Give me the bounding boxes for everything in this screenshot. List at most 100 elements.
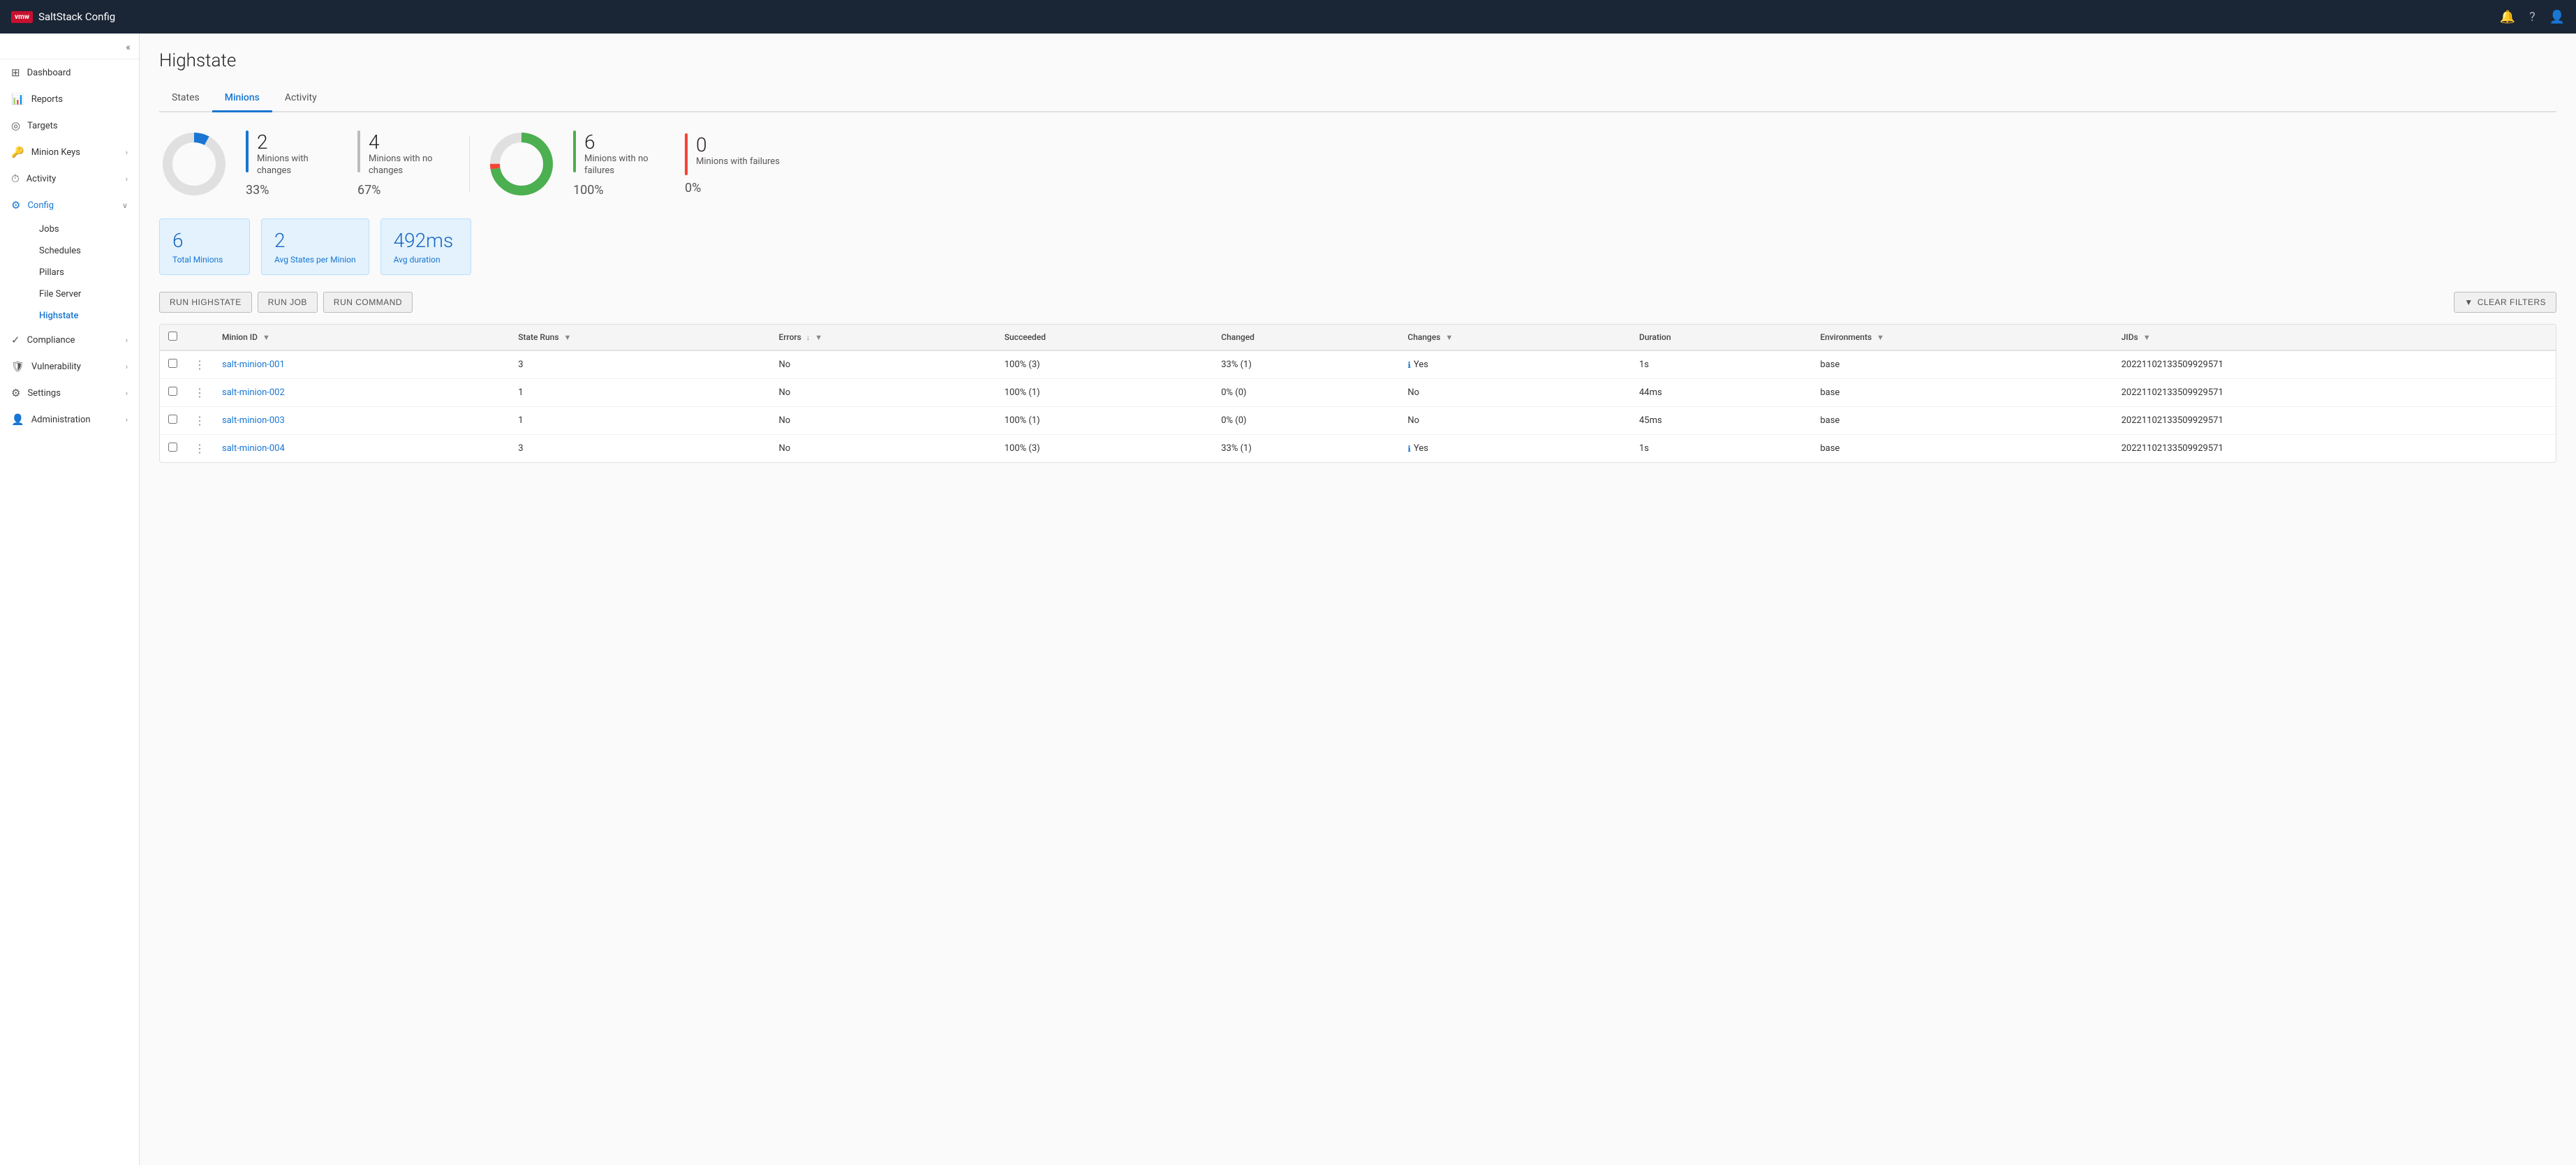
tab-activity[interactable]: Activity bbox=[272, 85, 330, 112]
select-all-checkbox[interactable] bbox=[168, 332, 177, 341]
row-errors: No bbox=[770, 435, 995, 463]
row-menu-cell[interactable]: ⋮ bbox=[186, 350, 214, 379]
run-command-button[interactable]: RUN COMMAND bbox=[323, 292, 413, 313]
row-checkbox-cell[interactable] bbox=[160, 435, 186, 463]
jids-filter-icon[interactable]: ▼ bbox=[2143, 333, 2151, 342]
sidebar-item-dashboard[interactable]: ⊞ Dashboard bbox=[0, 59, 139, 86]
config-icon: ⚙ bbox=[11, 199, 20, 212]
row-checkbox-cell[interactable] bbox=[160, 379, 186, 407]
sidebar-item-label: Config bbox=[27, 200, 54, 211]
filter-icon: ▼ bbox=[2464, 297, 2473, 307]
row-duration: 1s bbox=[1631, 435, 1812, 463]
row-minion-id[interactable]: salt-minion-002 bbox=[214, 379, 510, 407]
sidebar-item-label: Vulnerability bbox=[31, 362, 81, 372]
sidebar-item-jobs[interactable]: Jobs bbox=[28, 218, 139, 240]
jobs-label: Jobs bbox=[39, 224, 59, 235]
row-checkbox[interactable] bbox=[168, 415, 177, 424]
pillars-label: Pillars bbox=[39, 267, 64, 278]
app-title: SaltStack Config bbox=[38, 10, 115, 23]
row-menu-icon[interactable]: ⋮ bbox=[194, 386, 205, 399]
user-icon[interactable]: 👤 bbox=[2549, 10, 2565, 24]
minion-id-filter-icon[interactable]: ▼ bbox=[262, 333, 270, 342]
sidebar-item-file-server[interactable]: File Server bbox=[28, 283, 139, 305]
info-icon[interactable]: ℹ bbox=[1407, 444, 1411, 454]
minion-id-link[interactable]: salt-minion-004 bbox=[222, 443, 285, 454]
sidebar-item-highstate[interactable]: Highstate bbox=[28, 305, 139, 327]
row-menu-cell[interactable]: ⋮ bbox=[186, 435, 214, 463]
sidebar-item-activity[interactable]: ⏱ Activity › bbox=[0, 165, 139, 192]
action-buttons-group: RUN HIGHSTATE RUN JOB RUN COMMAND bbox=[159, 292, 413, 313]
row-menu-cell[interactable]: ⋮ bbox=[186, 379, 214, 407]
sidebar-item-compliance[interactable]: ✓ Compliance › bbox=[0, 327, 139, 353]
avg-states-value: 2 bbox=[274, 229, 356, 252]
sidebar-item-label: Dashboard bbox=[27, 68, 71, 78]
sidebar-item-label: Compliance bbox=[27, 335, 75, 346]
run-highstate-button[interactable]: RUN HIGHSTATE bbox=[159, 292, 252, 313]
environments-filter-icon[interactable]: ▼ bbox=[1877, 333, 1884, 342]
header-jids[interactable]: JIDs ▼ bbox=[2113, 325, 2556, 350]
row-checkbox[interactable] bbox=[168, 443, 177, 452]
sidebar-item-pillars[interactable]: Pillars bbox=[28, 262, 139, 283]
sidebar-item-config[interactable]: ⚙ Config ∨ bbox=[0, 192, 139, 218]
sidebar-item-minion-keys[interactable]: 🔑 Minion Keys › bbox=[0, 139, 139, 165]
row-menu-icon[interactable]: ⋮ bbox=[194, 414, 205, 427]
run-job-button[interactable]: RUN JOB bbox=[258, 292, 318, 313]
row-menu-icon[interactable]: ⋮ bbox=[194, 442, 205, 455]
stat-divider bbox=[469, 136, 470, 192]
settings-icon: ⚙ bbox=[11, 387, 20, 399]
header-minion-id[interactable]: Minion ID ▼ bbox=[214, 325, 510, 350]
row-jid: 20221102133509929571 bbox=[2113, 407, 2556, 435]
changes-stat: 2 Minions with changes 33% bbox=[246, 131, 341, 198]
row-minion-id[interactable]: salt-minion-003 bbox=[214, 407, 510, 435]
sidebar-item-vulnerability[interactable]: 🛡 Vulnerability › bbox=[0, 353, 139, 380]
no-failures-count: 6 bbox=[584, 131, 668, 154]
row-minion-id[interactable]: salt-minion-001 bbox=[214, 350, 510, 379]
row-menu-icon[interactable]: ⋮ bbox=[194, 358, 205, 371]
brand-area: vmw SaltStack Config bbox=[11, 10, 115, 23]
minion-id-link[interactable]: salt-minion-002 bbox=[222, 387, 285, 398]
row-checkbox-cell[interactable] bbox=[160, 350, 186, 379]
row-errors: No bbox=[770, 407, 995, 435]
sidebar-collapse-button[interactable]: « bbox=[126, 42, 131, 53]
header-select-all[interactable] bbox=[160, 325, 186, 350]
sidebar-item-reports[interactable]: 📊 Reports bbox=[0, 86, 139, 112]
row-succeeded: 100% (3) bbox=[996, 435, 1213, 463]
minion-id-label: Minion ID bbox=[222, 332, 258, 342]
sidebar-item-targets[interactable]: ◎ Targets bbox=[0, 112, 139, 139]
no-changes-count: 4 bbox=[369, 131, 452, 154]
row-menu-cell[interactable]: ⋮ bbox=[186, 407, 214, 435]
sidebar-item-label: Reports bbox=[31, 94, 63, 105]
row-minion-id[interactable]: salt-minion-004 bbox=[214, 435, 510, 463]
notifications-icon[interactable]: 🔔 bbox=[2500, 10, 2515, 24]
tab-states[interactable]: States bbox=[159, 85, 212, 112]
chevron-right-icon: › bbox=[126, 148, 128, 157]
row-checkbox-cell[interactable] bbox=[160, 407, 186, 435]
errors-sort-icon[interactable]: ↓ bbox=[806, 333, 810, 342]
minion-id-link[interactable]: salt-minion-003 bbox=[222, 415, 285, 426]
row-state-runs: 3 bbox=[510, 350, 770, 379]
row-changed: 0% (0) bbox=[1213, 407, 1399, 435]
state-runs-filter-icon[interactable]: ▼ bbox=[563, 333, 571, 342]
header-state-runs[interactable]: State Runs ▼ bbox=[510, 325, 770, 350]
no-failures-bar bbox=[573, 131, 576, 172]
row-succeeded: 100% (3) bbox=[996, 350, 1213, 379]
sidebar-item-label: Settings bbox=[27, 388, 60, 399]
row-checkbox[interactable] bbox=[168, 387, 177, 396]
header-environments[interactable]: Environments ▼ bbox=[1812, 325, 2112, 350]
header-errors[interactable]: Errors ↓ ▼ bbox=[770, 325, 995, 350]
help-icon[interactable]: ? bbox=[2529, 10, 2536, 24]
row-changed: 33% (1) bbox=[1213, 350, 1399, 379]
clear-filters-button[interactable]: ▼ CLEAR FILTERS bbox=[2454, 292, 2556, 313]
changes-filter-icon[interactable]: ▼ bbox=[1445, 333, 1453, 342]
sidebar-item-schedules[interactable]: Schedules bbox=[28, 240, 139, 262]
tab-minions[interactable]: Minions bbox=[212, 85, 272, 112]
errors-filter-icon[interactable]: ▼ bbox=[815, 333, 822, 342]
sidebar-item-settings[interactable]: ⚙ Settings › bbox=[0, 380, 139, 406]
info-icon[interactable]: ℹ bbox=[1407, 360, 1411, 370]
row-succeeded: 100% (1) bbox=[996, 379, 1213, 407]
row-checkbox[interactable] bbox=[168, 359, 177, 368]
minion-id-link[interactable]: salt-minion-001 bbox=[222, 359, 285, 370]
header-changes[interactable]: Changes ▼ bbox=[1399, 325, 1631, 350]
file-server-label: File Server bbox=[39, 289, 81, 299]
sidebar-item-administration[interactable]: 👤 Administration › bbox=[0, 406, 139, 433]
